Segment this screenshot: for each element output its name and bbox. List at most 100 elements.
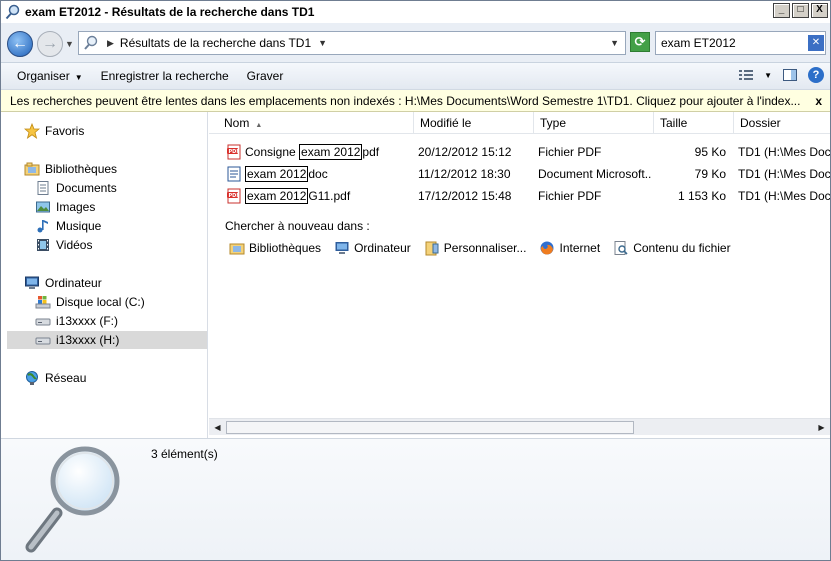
close-button[interactable]: X bbox=[811, 3, 828, 18]
sidebar-item-documents[interactable]: Documents bbox=[35, 179, 117, 197]
minimize-button[interactable]: _ bbox=[773, 3, 790, 18]
network-drive-icon bbox=[35, 337, 51, 345]
details-pane: 3 élément(s) bbox=[1, 438, 830, 560]
library-folder-icon bbox=[229, 243, 245, 255]
forward-button[interactable]: → bbox=[37, 31, 63, 57]
column-header-size[interactable]: Taille bbox=[654, 112, 734, 134]
save-search-button[interactable]: Enregistrer la recherche bbox=[92, 64, 238, 89]
location-label: Ordinateur bbox=[354, 241, 411, 255]
table-row[interactable]: PDF exam 2012 G11.pdf 17/12/2012 15:48 Fi… bbox=[209, 185, 830, 207]
file-name-suffix: pdf bbox=[362, 145, 380, 159]
back-button[interactable]: ← bbox=[7, 31, 33, 57]
firefox-icon bbox=[540, 241, 554, 255]
column-header-type[interactable]: Type bbox=[534, 112, 654, 134]
breadcrumb-chevron-icon[interactable]: ▼ bbox=[318, 38, 327, 48]
computer-icon bbox=[25, 276, 39, 289]
location-label: Personnaliser... bbox=[443, 241, 527, 255]
search-folder-icon bbox=[5, 4, 20, 20]
column-label: Nom bbox=[224, 116, 250, 130]
search-input[interactable]: exam ET2012 ✕ bbox=[655, 31, 826, 55]
search-match-highlight: exam 2012 bbox=[299, 144, 363, 160]
search-match-highlight: exam 2012 bbox=[245, 166, 309, 182]
chevron-down-icon: ▼ bbox=[74, 72, 83, 82]
organize-button[interactable]: Organiser ▼ bbox=[8, 64, 92, 89]
file-size: 95 Ko bbox=[694, 145, 726, 159]
sidebar-item-label: i13xxxx (H:) bbox=[56, 333, 120, 347]
close-infobar-icon[interactable]: x bbox=[815, 90, 822, 111]
address-bar[interactable]: ▶ Résultats de la recherche dans TD1 ▼ ▼ bbox=[78, 31, 626, 55]
network-drive-icon bbox=[35, 318, 51, 326]
file-name[interactable]: exam 2012 G11.pdf bbox=[245, 185, 413, 207]
column-header-name[interactable]: Nom ▲ bbox=[209, 112, 414, 134]
file-search-icon bbox=[614, 241, 628, 255]
video-film-icon bbox=[37, 239, 49, 251]
file-list: Nom ▲ Modifié le Type Taille Dossier PDF … bbox=[209, 112, 830, 438]
preview-pane-icon[interactable] bbox=[782, 67, 798, 83]
search-input-value[interactable]: exam ET2012 bbox=[661, 36, 736, 50]
scroll-left-icon[interactable]: ◀ bbox=[210, 420, 225, 435]
search-in-libraries[interactable]: Bibliothèques bbox=[229, 238, 321, 258]
index-warning-bar[interactable]: Les recherches peuvent être lentes dans … bbox=[1, 90, 830, 112]
sidebar-item-drive-h[interactable]: i13xxxx (H:) bbox=[7, 331, 207, 349]
search-in-file-content[interactable]: Contenu du fichier bbox=[613, 238, 731, 258]
file-name[interactable]: Consigne exam 2012 pdf bbox=[245, 141, 413, 163]
index-warning-text[interactable]: Les recherches peuvent être lentes dans … bbox=[10, 94, 800, 108]
sort-up-icon: ▲ bbox=[255, 122, 263, 129]
sidebar-item-computer[interactable]: Ordinateur bbox=[24, 274, 102, 292]
breadcrumb[interactable]: Résultats de la recherche dans TD1 bbox=[120, 36, 311, 50]
library-folder-icon bbox=[24, 162, 40, 176]
table-row[interactable]: exam 2012 doc 11/12/2012 18:30 Document M… bbox=[209, 163, 830, 185]
file-name[interactable]: exam 2012 doc bbox=[245, 163, 413, 185]
address-dropdown-icon[interactable]: ▼ bbox=[610, 38, 619, 48]
column-header-modified[interactable]: Modifié le bbox=[414, 112, 534, 134]
sidebar-item-network[interactable]: Réseau bbox=[24, 369, 86, 387]
sidebar-item-label: Disque local (C:) bbox=[56, 295, 145, 309]
title-bar[interactable]: exam ET2012 - Résultats de la recherche … bbox=[1, 1, 830, 23]
maximize-button[interactable]: □ bbox=[792, 3, 809, 18]
sidebar-item-label: Bibliothèques bbox=[45, 162, 118, 176]
horizontal-scrollbar[interactable]: ◀ ▶ bbox=[209, 418, 830, 435]
windows-drive-icon bbox=[35, 296, 51, 309]
file-type: Fichier PDF bbox=[538, 145, 602, 159]
search-magnifier-icon bbox=[84, 35, 98, 50]
search-in-custom[interactable]: Personnaliser... bbox=[424, 238, 527, 258]
file-modified: 17/12/2012 15:48 bbox=[418, 189, 512, 203]
refresh-button[interactable]: ⟳ bbox=[630, 32, 650, 52]
search-match-highlight: exam 2012 bbox=[245, 188, 309, 204]
file-name-suffix: G11.pdf bbox=[308, 189, 351, 203]
pdf-icon: PDF bbox=[227, 188, 241, 204]
magnifier-icon bbox=[25, 446, 120, 553]
sidebar-item-label: Ordinateur bbox=[45, 276, 102, 290]
table-row[interactable]: PDF Consigne exam 2012 pdf 20/12/2012 15:… bbox=[209, 141, 830, 163]
column-header-folder[interactable]: Dossier bbox=[734, 112, 830, 134]
view-options-icon[interactable] bbox=[738, 67, 754, 83]
scrollbar-thumb[interactable] bbox=[226, 421, 634, 434]
history-dropdown-icon[interactable]: ▼ bbox=[65, 39, 74, 49]
sidebar-item-videos[interactable]: Vidéos bbox=[35, 236, 92, 254]
sidebar-item-drive-f[interactable]: i13xxxx (F:) bbox=[35, 312, 118, 330]
document-icon bbox=[37, 181, 49, 195]
item-count: 3 élément(s) bbox=[151, 447, 218, 461]
sidebar-item-music[interactable]: Musique bbox=[35, 217, 101, 235]
burn-button[interactable]: Graver bbox=[238, 64, 293, 89]
explorer-window: exam ET2012 - Résultats de la recherche … bbox=[0, 0, 831, 561]
sidebar-item-favorites[interactable]: Favoris bbox=[24, 122, 84, 140]
search-in-internet[interactable]: Internet bbox=[539, 238, 600, 258]
file-type: Document Microsoft... bbox=[538, 167, 652, 181]
sidebar-item-local-disk[interactable]: Disque local (C:) bbox=[35, 293, 145, 311]
sidebar-item-label: Images bbox=[56, 200, 96, 214]
sidebar-item-images[interactable]: Images bbox=[35, 198, 95, 216]
breadcrumb-separator-icon[interactable]: ▶ bbox=[107, 38, 114, 49]
search-in-computer[interactable]: Ordinateur bbox=[334, 238, 411, 258]
file-name-suffix: doc bbox=[308, 167, 328, 181]
picture-icon bbox=[36, 201, 50, 213]
help-icon[interactable]: ? bbox=[808, 67, 824, 83]
view-dropdown-icon[interactable]: ▼ bbox=[764, 71, 772, 80]
clear-search-icon[interactable]: ✕ bbox=[808, 35, 824, 51]
search-again-label: Chercher à nouveau dans : bbox=[225, 219, 370, 233]
scroll-right-icon[interactable]: ▶ bbox=[814, 420, 829, 435]
file-modified: 11/12/2012 18:30 bbox=[418, 167, 511, 181]
sidebar-item-libraries[interactable]: Bibliothèques bbox=[24, 160, 117, 178]
location-label: Internet bbox=[559, 241, 601, 255]
file-folder: TD1 (H:\Mes Documents\Word Semestre 1) bbox=[738, 167, 830, 181]
